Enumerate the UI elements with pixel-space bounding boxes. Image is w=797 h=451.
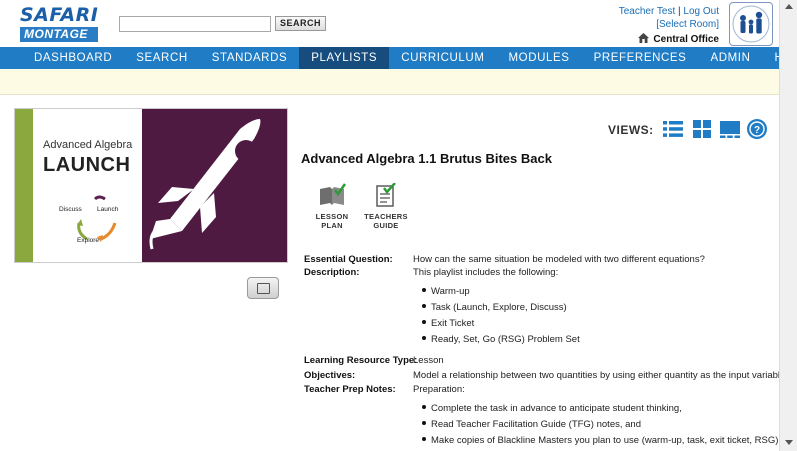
presentation-view-icon[interactable] — [719, 118, 741, 140]
user-links: Teacher Test | Log Out [Select Room] — [619, 5, 719, 31]
resource-type-label: Learning Resource Type: — [304, 355, 418, 366]
scroll-down-icon[interactable] — [785, 440, 793, 445]
description-label: Description: — [304, 267, 360, 278]
search-input[interactable] — [119, 16, 271, 32]
scroll-up-icon[interactable] — [785, 4, 793, 9]
playlist-title: Advanced Algebra 1.1 Brutus Bites Back — [301, 151, 552, 166]
thumbnail-heading: LAUNCH — [43, 154, 131, 176]
lesson-plan-icon — [320, 183, 346, 205]
notice-banner — [0, 69, 779, 95]
search-button[interactable]: SEARCH — [275, 16, 327, 31]
school-logo — [729, 2, 773, 46]
nav-curriculum[interactable]: CURRICULUM — [389, 47, 496, 69]
nav-modules[interactable]: MODULES — [497, 47, 582, 69]
page-scrollbar[interactable] — [779, 0, 797, 451]
lesson-plan-button[interactable]: LESSON PLAN — [307, 183, 357, 230]
main-navigation: DASHBOARD SEARCH STANDARDS PLAYLISTS CUR… — [0, 47, 797, 69]
logout-link[interactable]: Log Out — [683, 6, 719, 17]
lesson-plan-label-2: PLAN — [321, 221, 343, 230]
nav-preferences[interactable]: PREFERENCES — [582, 47, 699, 69]
nav-search[interactable]: SEARCH — [124, 47, 200, 69]
thumbnail-purple-panel — [142, 109, 287, 262]
resource-type-value: Lesson — [413, 355, 444, 366]
help-glyph: ? — [754, 125, 760, 136]
cycle-label-launch: Launch — [97, 206, 119, 213]
select-room-link[interactable]: [Select Room] — [656, 19, 719, 30]
nav-playlists[interactable]: PLAYLISTS — [299, 47, 390, 69]
teachers-guide-button[interactable]: TEACHERS GUIDE — [361, 183, 411, 230]
objectives-label: Objectives: — [304, 370, 356, 381]
teacher-prep-label: Teacher Prep Notes: — [304, 384, 396, 395]
list-item: Complete the task in advance to anticipa… — [422, 403, 682, 414]
office-indicator: Central Office — [638, 33, 719, 45]
help-icon[interactable]: ? — [746, 118, 768, 140]
list-item: Warm-up — [422, 286, 470, 297]
office-name: Central Office — [653, 34, 719, 45]
list-item: Task (Launch, Explore, Discuss) — [422, 302, 567, 313]
views-label: VIEWS: — [608, 123, 654, 137]
logo-top-text: SAFARI — [20, 4, 99, 26]
description-value: This playlist includes the following: — [413, 267, 559, 278]
safari-montage-logo[interactable]: SAFARI MONTAGE — [20, 4, 99, 42]
list-item: Make copies of Blackline Masters you pla… — [422, 435, 781, 446]
list-item: Ready, Set, Go (RSG) Problem Set — [422, 334, 580, 345]
nav-standards[interactable]: STANDARDS — [200, 47, 299, 69]
lesson-plan-label-1: LESSON — [315, 212, 349, 221]
list-item: Read Teacher Facilitation Guide (TFG) no… — [422, 419, 641, 430]
teacher-prep-value: Preparation: — [413, 384, 465, 395]
user-name-link[interactable]: Teacher Test — [619, 6, 676, 17]
fullscreen-icon — [257, 283, 270, 294]
teachers-guide-label-1: TEACHERS — [364, 212, 408, 221]
essential-question-label: Essential Question: — [304, 254, 393, 265]
logo-bottom-text: MONTAGE — [20, 27, 98, 42]
thumbnail-subject: Advanced Algebra — [43, 139, 133, 151]
grid-view-icon[interactable] — [691, 118, 713, 140]
link-separator: | — [678, 6, 681, 17]
cycle-label-discuss: Discuss — [59, 206, 82, 213]
fullscreen-button[interactable] — [247, 277, 279, 299]
teachers-guide-label-2: GUIDE — [373, 221, 399, 230]
home-icon — [638, 33, 650, 43]
list-item: Exit Ticket — [422, 318, 474, 329]
nav-dashboard[interactable]: DASHBOARD — [0, 47, 124, 69]
teachers-guide-icon — [376, 183, 396, 207]
playlist-thumbnail[interactable]: Advanced Algebra LAUNCH Discuss Launch E… — [14, 108, 288, 263]
school-family-icon — [732, 5, 770, 43]
essential-question-value: How can the same situation be modeled wi… — [413, 254, 705, 265]
list-view-icon[interactable] — [662, 118, 684, 140]
objectives-value: Model a relationship between two quantit… — [413, 370, 788, 381]
thumbnail-green-bar — [15, 109, 33, 262]
rocket-icon — [149, 119, 261, 250]
nav-admin[interactable]: ADMIN — [698, 47, 762, 69]
cycle-label-explore: Explore — [77, 237, 100, 244]
